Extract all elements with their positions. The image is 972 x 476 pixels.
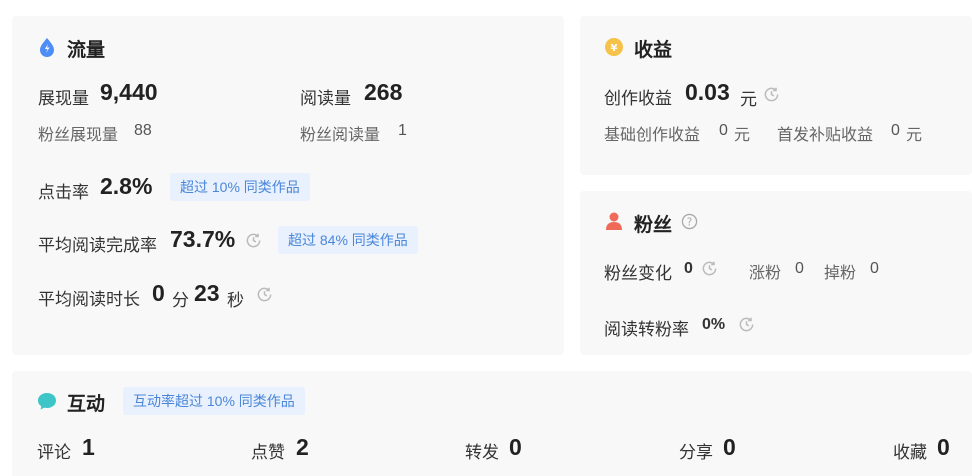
shares-label: 转发 [465,443,499,462]
fans-gain-value: 0 [795,260,804,277]
reads-label: 阅读量 [300,89,351,108]
fan-reads-value: 1 [398,122,407,139]
traffic-title: 流量 [67,40,106,61]
shares-value: 0 [509,434,522,460]
ctr-badge: 超过 10% 同类作品 [170,173,310,201]
duration-minutes: 0 [152,280,165,306]
completion-value: 73.7% [170,226,236,252]
clock-icon[interactable] [763,86,780,103]
forwards-label: 分享 [679,443,713,462]
duration-label: 平均阅读时长 [38,290,140,309]
completion-label: 平均阅读完成率 [38,236,157,255]
conversion-label: 阅读转粉率 [604,320,689,339]
impressions-label: 展现量 [38,89,89,108]
duration-seconds-unit: 秒 [227,291,244,310]
interaction-title: 互动 [67,394,106,415]
question-icon[interactable]: ? [681,213,698,230]
clock-icon[interactable] [245,232,262,249]
base-earnings-value: 0 [719,122,728,139]
likes-label: 点赞 [251,443,285,462]
person-icon [606,212,622,230]
svg-text:¥: ¥ [611,43,618,54]
clock-icon[interactable] [256,286,273,303]
base-earnings-unit: 元 [734,127,751,144]
clock-icon[interactable] [738,316,755,333]
interaction-badge: 互动率超过 10% 同类作品 [123,387,305,415]
fans-change-label: 粉丝变化 [604,264,672,283]
fan-impressions-label: 粉丝展现量 [38,127,119,144]
likes-value: 2 [296,434,309,460]
ctr-label: 点击率 [38,183,89,202]
fan-reads-label: 粉丝阅读量 [300,127,381,144]
comments-label: 评论 [37,443,71,462]
chat-bubble-icon [38,393,56,410]
clock-icon[interactable] [701,260,718,277]
duration-seconds: 23 [194,280,220,306]
fan-impressions-value: 88 [134,122,152,139]
coin-icon: ¥ [605,38,623,56]
forwards-value: 0 [723,434,736,460]
completion-badge: 超过 84% 同类作品 [278,226,418,254]
reads-value: 268 [364,79,403,105]
base-earnings-label: 基础创作收益 [604,127,701,144]
creation-earnings-unit: 元 [740,90,757,109]
water-drop-icon [40,38,54,57]
creation-earnings-label: 创作收益 [604,89,672,108]
impressions-value: 9,440 [100,79,158,105]
conversion-value: 0% [702,316,726,333]
earnings-title: 收益 [634,40,673,61]
favorites-value: 0 [937,434,950,460]
ctr-value: 2.8% [100,173,153,199]
fans-loss-label: 掉粉 [824,265,857,282]
creation-earnings-value: 0.03 [685,79,730,105]
subsidy-earnings-value: 0 [891,122,900,139]
fans-title: 粉丝 [634,215,673,236]
svg-text:?: ? [687,216,693,228]
fans-loss-value: 0 [870,260,879,277]
fans-change-value: 0 [684,260,693,277]
subsidy-earnings-label: 首发补贴收益 [777,127,874,144]
duration-minutes-unit: 分 [172,291,189,310]
favorites-label: 收藏 [893,443,927,462]
subsidy-earnings-unit: 元 [906,127,923,144]
comments-value: 1 [82,434,95,460]
fans-gain-label: 涨粉 [749,265,782,282]
